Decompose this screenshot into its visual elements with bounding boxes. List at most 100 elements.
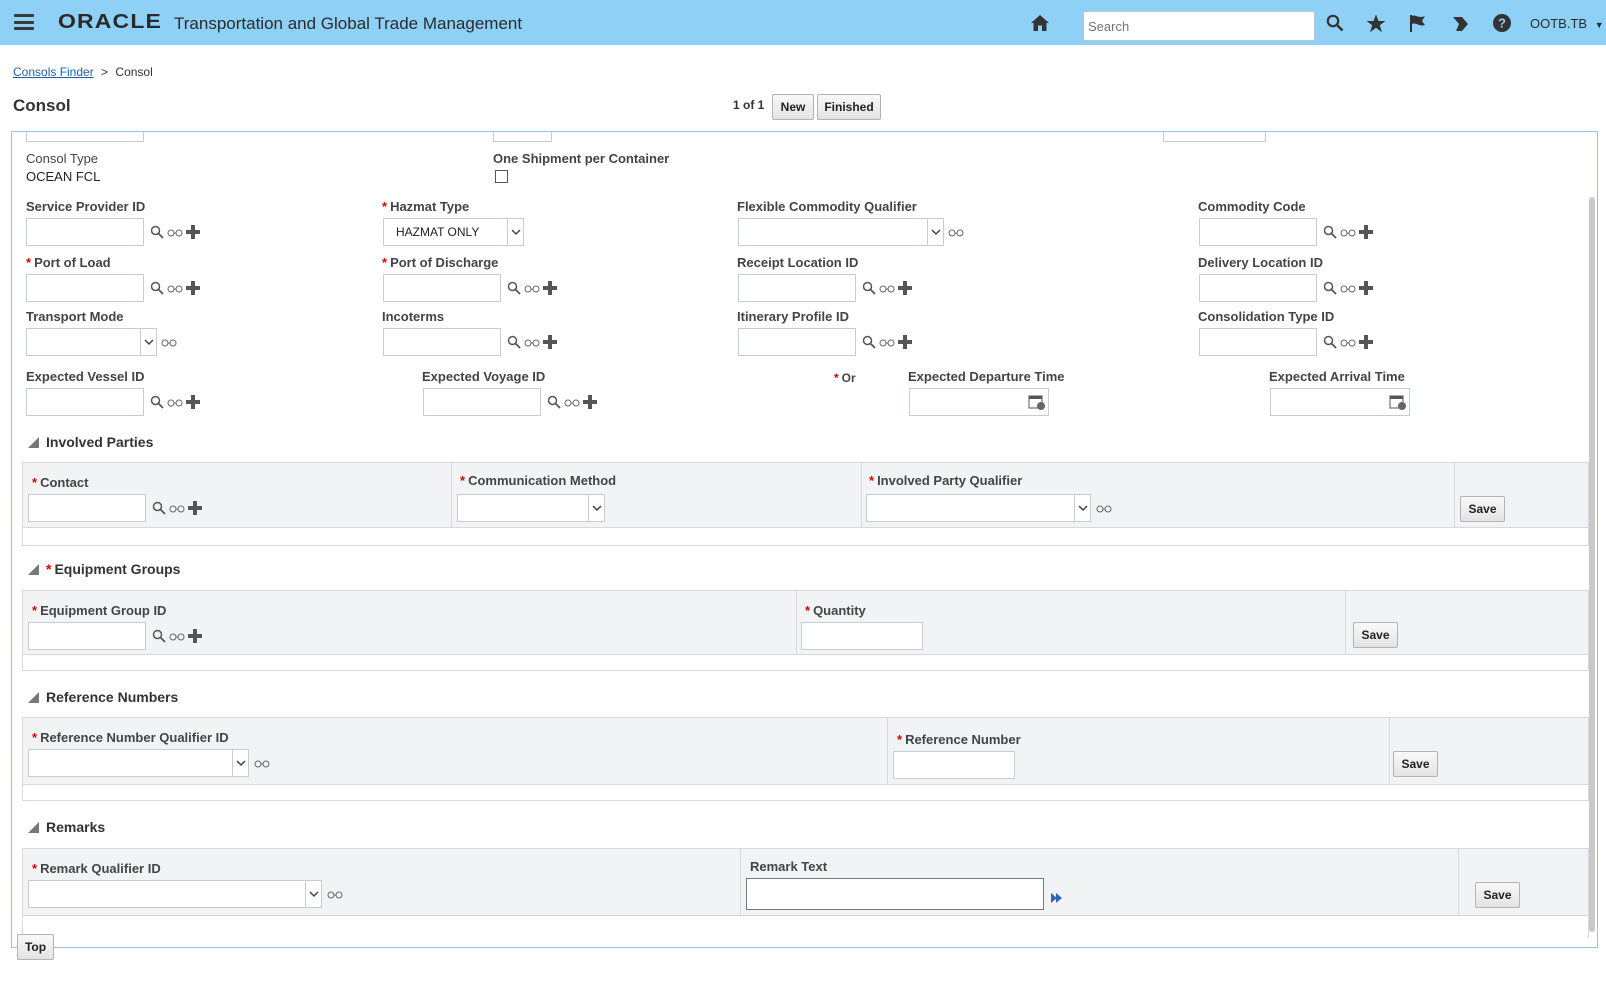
collapse-triangle-icon[interactable] xyxy=(28,822,39,833)
breadcrumb-link-consols-finder[interactable]: Consols Finder xyxy=(13,65,94,79)
view-glasses-icon[interactable] xyxy=(948,224,964,240)
top-button[interactable]: Top xyxy=(17,934,54,960)
user-menu[interactable]: OOTB.TB ▼ xyxy=(1530,16,1604,31)
delivery-location-actions xyxy=(1322,278,1374,298)
search-icon[interactable] xyxy=(1322,224,1338,240)
expected-voyage-id-input[interactable] xyxy=(423,388,541,416)
view-glasses-icon[interactable] xyxy=(1096,500,1112,516)
add-plus-icon[interactable] xyxy=(1358,280,1374,296)
view-glasses-icon[interactable] xyxy=(254,755,270,771)
add-plus-icon[interactable] xyxy=(582,394,598,410)
add-plus-icon[interactable] xyxy=(1358,334,1374,350)
add-plus-icon[interactable] xyxy=(185,280,201,296)
view-glasses-icon[interactable] xyxy=(879,280,895,296)
port-of-discharge-input[interactable] xyxy=(383,274,501,302)
finished-button[interactable]: Finished xyxy=(817,94,881,120)
collapse-triangle-icon[interactable] xyxy=(28,692,39,703)
view-glasses-icon[interactable] xyxy=(167,394,183,410)
cut-off-field[interactable] xyxy=(1163,132,1266,142)
search-icon[interactable] xyxy=(1322,334,1338,350)
incoterms-input[interactable] xyxy=(383,328,501,356)
favorites-star-icon[interactable] xyxy=(1364,11,1388,35)
view-glasses-icon[interactable] xyxy=(167,280,183,296)
search-icon[interactable] xyxy=(149,280,165,296)
view-glasses-icon[interactable] xyxy=(1340,280,1356,296)
communication-method-select[interactable] xyxy=(457,494,605,522)
calendar-icon[interactable] xyxy=(1389,393,1407,411)
add-plus-icon[interactable] xyxy=(542,334,558,350)
view-glasses-icon[interactable] xyxy=(564,394,580,410)
add-plus-icon[interactable] xyxy=(897,334,913,350)
remark-text-input[interactable] xyxy=(746,878,1044,910)
view-glasses-icon[interactable] xyxy=(167,224,183,240)
view-glasses-icon[interactable] xyxy=(161,334,177,350)
involved-parties-save-button[interactable]: Save xyxy=(1460,496,1505,522)
reference-number-input[interactable] xyxy=(893,751,1015,779)
reference-numbers-save-button[interactable]: Save xyxy=(1393,751,1438,777)
add-plus-icon[interactable] xyxy=(897,280,913,296)
add-plus-icon[interactable] xyxy=(185,224,201,240)
search-icon[interactable] xyxy=(861,280,877,296)
one-shipment-per-container-checkbox[interactable] xyxy=(495,170,508,183)
reference-number-qualifier-actions xyxy=(254,753,270,773)
remark-qualifier-select[interactable] xyxy=(28,880,322,908)
transport-mode-select[interactable] xyxy=(26,328,157,356)
quantity-input[interactable] xyxy=(801,622,923,650)
search-icon[interactable] xyxy=(506,334,522,350)
search-icon[interactable] xyxy=(149,394,165,410)
add-plus-icon[interactable] xyxy=(542,280,558,296)
expand-arrow-icon[interactable] xyxy=(1049,890,1065,906)
add-plus-icon[interactable] xyxy=(1358,224,1374,240)
search-icon[interactable] xyxy=(1323,11,1347,35)
receipt-location-id-input[interactable] xyxy=(738,274,856,302)
view-glasses-icon[interactable] xyxy=(169,500,185,516)
consolidation-type-id-input[interactable] xyxy=(1199,328,1317,356)
collapse-triangle-icon[interactable] xyxy=(28,564,39,575)
search-input[interactable] xyxy=(1083,11,1315,41)
collapse-triangle-icon[interactable] xyxy=(28,437,39,448)
search-icon[interactable] xyxy=(861,334,877,350)
delivery-location-id-input[interactable] xyxy=(1199,274,1317,302)
cut-off-field[interactable] xyxy=(493,132,552,142)
search-icon[interactable] xyxy=(151,500,167,516)
add-plus-icon[interactable] xyxy=(185,394,201,410)
service-provider-id-input[interactable] xyxy=(26,218,144,246)
expected-departure-time-input[interactable] xyxy=(909,388,1049,416)
view-glasses-icon[interactable] xyxy=(169,628,185,644)
port-of-load-input[interactable] xyxy=(26,274,144,302)
flexible-commodity-qualifier-select[interactable] xyxy=(738,218,944,246)
hazmat-type-select[interactable]: HAZMAT ONLY xyxy=(383,218,524,246)
vertical-scrollbar[interactable] xyxy=(1589,197,1595,932)
expected-vessel-id-input[interactable] xyxy=(26,388,144,416)
add-plus-icon[interactable] xyxy=(187,500,203,516)
cut-off-field[interactable] xyxy=(26,132,144,142)
flag-icon[interactable] xyxy=(1406,11,1430,35)
view-glasses-icon[interactable] xyxy=(879,334,895,350)
search-icon[interactable] xyxy=(151,628,167,644)
menu-icon[interactable] xyxy=(14,14,34,30)
view-glasses-icon[interactable] xyxy=(1340,334,1356,350)
new-button[interactable]: New xyxy=(772,94,814,120)
search-icon[interactable] xyxy=(506,280,522,296)
view-glasses-icon[interactable] xyxy=(1340,224,1356,240)
view-glasses-icon[interactable] xyxy=(327,886,343,902)
home-icon[interactable] xyxy=(1028,11,1052,35)
search-icon[interactable] xyxy=(1322,280,1338,296)
help-icon[interactable]: ? xyxy=(1490,11,1514,35)
search-icon[interactable] xyxy=(546,394,562,410)
reference-number-qualifier-select[interactable] xyxy=(28,749,249,777)
contact-input[interactable] xyxy=(28,494,146,522)
equipment-group-id-input[interactable] xyxy=(28,622,146,650)
itinerary-profile-id-input[interactable] xyxy=(738,328,856,356)
search-icon[interactable] xyxy=(149,224,165,240)
equipment-groups-save-button[interactable]: Save xyxy=(1353,622,1398,648)
add-plus-icon[interactable] xyxy=(187,628,203,644)
view-glasses-icon[interactable] xyxy=(524,280,540,296)
remarks-save-button[interactable]: Save xyxy=(1475,882,1520,908)
commodity-code-input[interactable] xyxy=(1199,218,1317,246)
calendar-icon[interactable] xyxy=(1028,393,1046,411)
notifications-icon[interactable] xyxy=(1448,11,1472,35)
involved-party-qualifier-select[interactable] xyxy=(866,494,1091,522)
view-glasses-icon[interactable] xyxy=(524,334,540,350)
expected-arrival-time-input[interactable] xyxy=(1270,388,1410,416)
